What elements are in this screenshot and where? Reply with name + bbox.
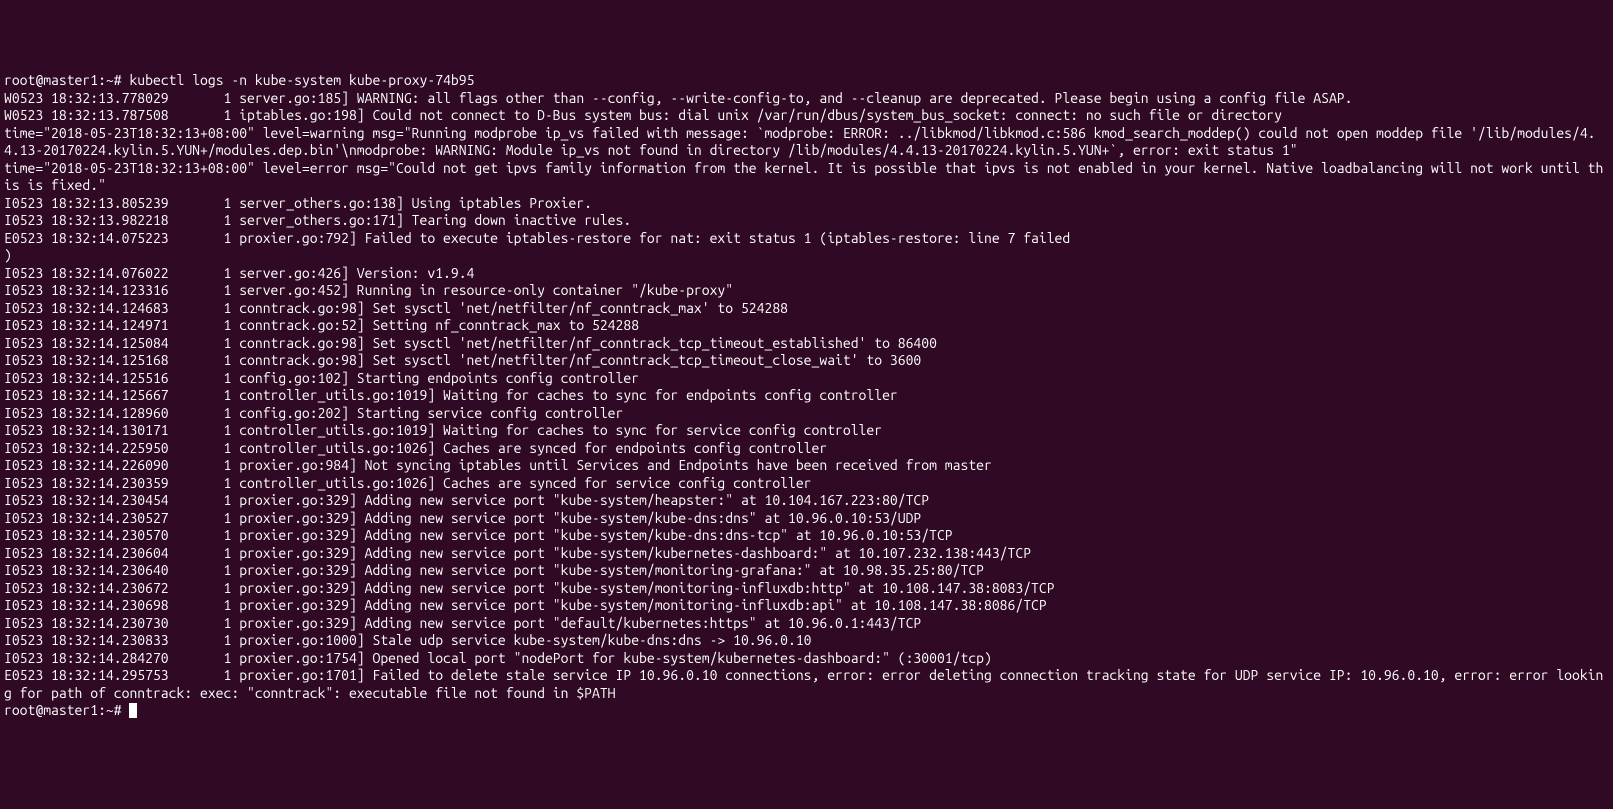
log-line: I0523 18:32:14.284270 1 proxier.go:1754]… — [4, 650, 1609, 668]
log-line: I0523 18:32:14.125667 1 controller_utils… — [4, 387, 1609, 405]
log-line: I0523 18:32:14.130171 1 controller_utils… — [4, 422, 1609, 440]
log-line: I0523 18:32:14.076022 1 server.go:426] V… — [4, 265, 1609, 283]
log-line: I0523 18:32:14.230604 1 proxier.go:329] … — [4, 545, 1609, 563]
prompt-path: :~# — [98, 702, 129, 718]
log-line: I0523 18:32:14.225950 1 controller_utils… — [4, 440, 1609, 458]
log-line: I0523 18:32:14.125168 1 conntrack.go:98]… — [4, 352, 1609, 370]
log-line: I0523 18:32:13.805239 1 server_others.go… — [4, 195, 1609, 213]
log-line: I0523 18:32:14.230359 1 controller_utils… — [4, 475, 1609, 493]
prompt-line: root@master1:~# — [4, 702, 1609, 720]
log-line: time="2018-05-23T18:32:13+08:00" level=e… — [4, 160, 1609, 195]
log-line: I0523 18:32:14.125516 1 config.go:102] S… — [4, 370, 1609, 388]
log-line: ) — [4, 247, 1609, 265]
log-line: I0523 18:32:14.230527 1 proxier.go:329] … — [4, 510, 1609, 528]
log-line: I0523 18:32:14.230640 1 proxier.go:329] … — [4, 562, 1609, 580]
log-line: I0523 18:32:14.226090 1 proxier.go:984] … — [4, 457, 1609, 475]
log-line: I0523 18:32:14.123316 1 server.go:452] R… — [4, 282, 1609, 300]
log-line: I0523 18:32:14.124971 1 conntrack.go:52]… — [4, 317, 1609, 335]
cursor[interactable] — [129, 703, 137, 718]
log-line: I0523 18:32:14.230730 1 proxier.go:329] … — [4, 615, 1609, 633]
log-line: time="2018-05-23T18:32:13+08:00" level=w… — [4, 125, 1609, 160]
log-line: I0523 18:32:14.230570 1 proxier.go:329] … — [4, 527, 1609, 545]
log-line: W0523 18:32:13.787508 1 iptables.go:198]… — [4, 107, 1609, 125]
log-line: E0523 18:32:14.295753 1 proxier.go:1701]… — [4, 667, 1609, 702]
log-line: I0523 18:32:14.125084 1 conntrack.go:98]… — [4, 335, 1609, 353]
log-line: I0523 18:32:14.128960 1 config.go:202] S… — [4, 405, 1609, 423]
log-line: W0523 18:32:13.778029 1 server.go:185] W… — [4, 90, 1609, 108]
log-line: I0523 18:32:14.230698 1 proxier.go:329] … — [4, 597, 1609, 615]
log-line: I0523 18:32:13.982218 1 server_others.go… — [4, 212, 1609, 230]
log-line: I0523 18:32:14.124683 1 conntrack.go:98]… — [4, 300, 1609, 318]
log-line: I0523 18:32:14.230672 1 proxier.go:329] … — [4, 580, 1609, 598]
log-line: I0523 18:32:14.230833 1 proxier.go:1000]… — [4, 632, 1609, 650]
command-line: root@master1:~# kubectl logs -n kube-sys… — [4, 72, 1609, 90]
command-text: kubectl logs -n kube-system kube-proxy-7… — [129, 72, 474, 88]
log-output: W0523 18:32:13.778029 1 server.go:185] W… — [4, 90, 1609, 703]
prompt-path: :~# — [98, 72, 129, 88]
prompt-user-host: root@master1 — [4, 72, 98, 88]
prompt-user-host: root@master1 — [4, 702, 98, 718]
log-line: I0523 18:32:14.230454 1 proxier.go:329] … — [4, 492, 1609, 510]
log-line: E0523 18:32:14.075223 1 proxier.go:792] … — [4, 230, 1609, 248]
terminal-output[interactable]: root@master1:~# kubectl logs -n kube-sys… — [4, 72, 1609, 720]
